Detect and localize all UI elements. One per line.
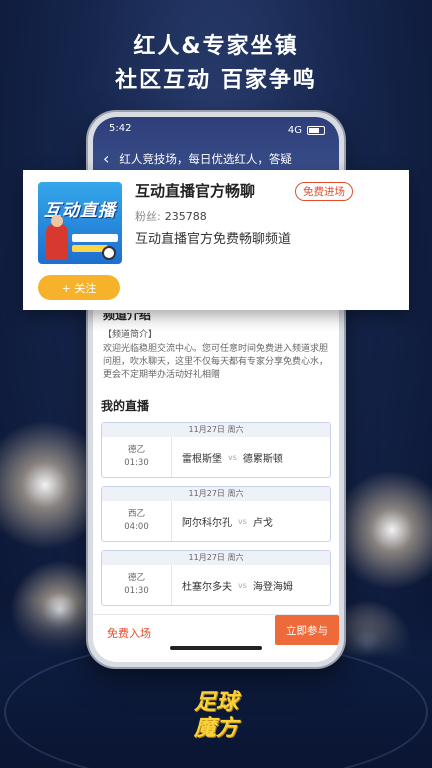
match-date: 11月27日 周六 xyxy=(102,551,330,565)
status-bar: 5:42 4G xyxy=(109,123,325,137)
football-icon xyxy=(102,246,116,260)
match-time: 04:00 xyxy=(124,522,149,532)
match-date: 11月27日 周六 xyxy=(102,423,330,437)
follow-button[interactable]: + 关注 xyxy=(38,275,120,300)
match-league: 德乙 xyxy=(127,445,145,455)
match-league: 西乙 xyxy=(127,509,145,519)
thumbnail-strip xyxy=(72,234,118,242)
away-team: 海登海姆 xyxy=(252,581,293,593)
headline-line1: 红人&专家坐镇 xyxy=(133,34,299,59)
logo-line1: 足球 xyxy=(193,690,238,715)
home-indicator xyxy=(170,646,262,650)
nav-row: ‹ 红人竞技场，每日优选红人，答疑 xyxy=(103,151,329,167)
fans-label: 粉丝: xyxy=(135,210,161,223)
match-league: 德乙 xyxy=(127,573,145,583)
vs-label: vs xyxy=(238,516,247,526)
match-card[interactable]: 11月27日 周六 西乙 04:00 阿尔科尔孔 vs 卢戈 xyxy=(101,486,331,542)
match-card[interactable]: 11月27日 周六 德乙 01:30 杜塞尔多夫 vs 海登海姆 xyxy=(101,550,331,606)
logo-line2: 魔方 xyxy=(193,716,238,741)
vs-label: vs xyxy=(228,452,237,462)
battery-icon xyxy=(307,125,325,135)
intro-title: 频道介绍 xyxy=(103,313,152,322)
headline-line2: 社区互动 百家争鸣 xyxy=(115,68,317,93)
away-team: 德累斯顿 xyxy=(242,453,283,465)
channel-description: 互动直播官方免费畅聊频道 xyxy=(135,232,292,247)
stadium-light xyxy=(332,470,432,590)
free-entry-link[interactable]: 免费入场 xyxy=(107,625,151,641)
match-time: 01:30 xyxy=(124,458,149,468)
fans-number: 235788 xyxy=(164,210,207,223)
intro-label: 【频道简介】 xyxy=(103,330,158,340)
fans-count: 粉丝: 235788 xyxy=(135,208,207,224)
home-team: 杜塞尔多夫 xyxy=(182,581,232,593)
away-team: 卢戈 xyxy=(252,517,273,529)
match-time: 01:30 xyxy=(124,586,149,596)
home-team: 阿尔科尔孔 xyxy=(182,517,232,529)
join-button[interactable]: 立即参与 xyxy=(275,615,339,645)
app-logo: 足球 魔方 xyxy=(184,690,248,754)
signal-label: 4G xyxy=(287,124,302,136)
channel-thumbnail: 互动直播 xyxy=(38,182,122,264)
intro-text: 欢迎光临稳胆交流中心。您可任意时间免费进入频道求胆问胆，吹水聊天，这里不仅每天都… xyxy=(103,344,329,380)
bottom-bar: 免费入场 立即参与 xyxy=(93,614,339,662)
channel-title: 互动直播官方畅聊 xyxy=(135,182,256,200)
match-card[interactable]: 11月27日 周六 德乙 01:30 雷根斯堡 vs 德累斯顿 xyxy=(101,422,331,478)
chevron-left-icon[interactable]: ‹ xyxy=(103,151,109,167)
vs-label: vs xyxy=(238,580,247,590)
my-live-section: 我的直播 11月27日 周六 德乙 01:30 雷根斯堡 vs 德累斯顿 11月… xyxy=(93,389,339,614)
person-icon xyxy=(46,215,68,260)
home-team: 雷根斯堡 xyxy=(182,453,222,465)
match-date: 11月27日 周六 xyxy=(102,487,330,501)
status-time: 5:42 xyxy=(109,123,132,134)
channel-card[interactable]: 互动直播 互动直播官方畅聊 免费进场 粉丝: 235788 互动直播官方免费畅聊频… xyxy=(23,170,409,310)
free-entry-badge: 免费进场 xyxy=(295,182,353,201)
channel-intro: 频道介绍 【频道简介】 欢迎光临稳胆交流中心。您可任意时间免费进入频道求胆问胆，… xyxy=(93,307,339,390)
nav-title: 红人竞技场，每日优选红人，答疑 xyxy=(119,152,292,166)
my-live-title: 我的直播 xyxy=(101,399,150,413)
